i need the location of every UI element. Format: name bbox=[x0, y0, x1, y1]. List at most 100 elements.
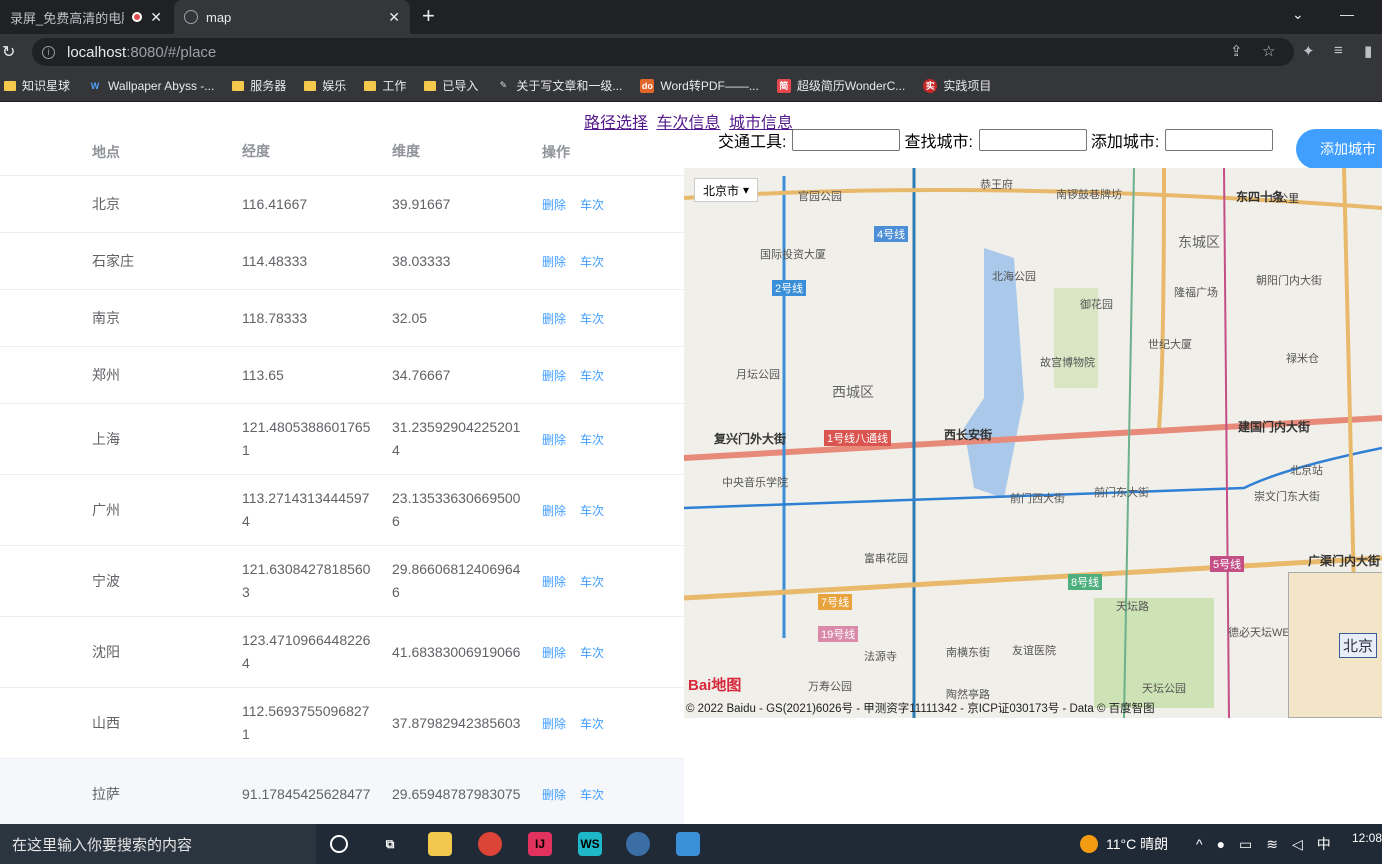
delete-button[interactable]: 删除 bbox=[542, 310, 566, 327]
tab-map[interactable]: map ✕ bbox=[174, 0, 410, 34]
delete-button[interactable]: 删除 bbox=[542, 786, 566, 803]
map-label: 富串花园 bbox=[864, 553, 908, 565]
folder-icon bbox=[364, 80, 377, 91]
add-city-button[interactable]: 添加城市 bbox=[1296, 129, 1382, 169]
webstorm-icon[interactable]: WS bbox=[578, 832, 602, 856]
volume-icon[interactable]: ◁ bbox=[1292, 836, 1303, 853]
bookmark-item[interactable]: 简超级简历WonderC... bbox=[776, 77, 905, 94]
map-label: 南横东街 bbox=[946, 647, 990, 659]
table-row: 广州 113.27143134445974 23.135336306695006 删除… bbox=[0, 475, 684, 546]
delete-button[interactable]: 删除 bbox=[542, 502, 566, 519]
intellij-icon[interactable]: IJ bbox=[528, 832, 552, 856]
close-icon[interactable]: ✕ bbox=[150, 9, 162, 26]
cell-lng: 123.47109664482264 bbox=[242, 632, 371, 671]
trips-button[interactable]: 车次 bbox=[580, 367, 604, 384]
baidu-map[interactable]: 北京市 ▾ 1 公里 官园公园 恭王府 南锣鼓巷牌坊 东四十条 国际投资大厦 北海… bbox=[684, 168, 1382, 718]
add-city-label: 添加城市: bbox=[1090, 134, 1160, 151]
bookmark-item[interactable]: ✎ 关于写文章和一级... bbox=[496, 77, 623, 94]
bookmark-label: 实践项目 bbox=[943, 79, 992, 93]
minimize-button[interactable]: — bbox=[1340, 6, 1354, 22]
star-icon[interactable]: ☆ bbox=[1262, 42, 1275, 60]
trips-button[interactable]: 车次 bbox=[580, 196, 604, 213]
cell-lat: 34.76667 bbox=[392, 366, 451, 383]
chevron-down-icon[interactable]: ⌄ bbox=[1292, 6, 1304, 23]
bookmark-item[interactable]: 工作 bbox=[364, 77, 406, 94]
bookmark-item[interactable]: 已导入 bbox=[424, 77, 478, 94]
reading-list-icon[interactable]: ≡ bbox=[1334, 42, 1343, 59]
do-icon: do bbox=[640, 78, 655, 93]
trips-button[interactable]: 车次 bbox=[580, 644, 604, 661]
side-panel-icon[interactable]: ▮ bbox=[1364, 42, 1372, 60]
bookmark-item[interactable]: 实实践项目 bbox=[923, 77, 991, 94]
map-copyright: © 2022 Baidu - GS(2021)6026号 - 甲测资字11111… bbox=[686, 703, 1155, 715]
chevron-up-icon[interactable]: ^ bbox=[1196, 836, 1203, 852]
reload-icon[interactable]: ↻ bbox=[2, 42, 15, 62]
map-label: 天坛路 bbox=[1116, 601, 1149, 613]
taskbar-search-input[interactable]: 在这里输入你要搜索的内容 bbox=[0, 824, 316, 864]
cortana-icon[interactable] bbox=[330, 835, 348, 853]
delete-button[interactable]: 删除 bbox=[542, 196, 566, 213]
folder-icon bbox=[304, 80, 317, 91]
tab-title: map bbox=[206, 9, 232, 25]
cell-place: 北京 bbox=[92, 196, 120, 212]
extensions-icon[interactable]: ✦ bbox=[1302, 42, 1315, 60]
map-label: 东四十条 bbox=[1236, 190, 1285, 204]
transport-input[interactable] bbox=[792, 129, 901, 151]
cell-place: 沈阳 bbox=[92, 644, 120, 660]
delete-button[interactable]: 删除 bbox=[542, 644, 566, 661]
city-select[interactable]: 北京市 ▾ bbox=[694, 178, 759, 202]
clock[interactable]: 12:08 bbox=[1352, 818, 1382, 858]
delete-button[interactable]: 删除 bbox=[542, 253, 566, 270]
delete-button[interactable]: 删除 bbox=[542, 431, 566, 448]
bookmark-item[interactable]: do Word转PDF——... bbox=[640, 77, 759, 94]
delete-button[interactable]: 删除 bbox=[542, 573, 566, 590]
microphone-icon[interactable]: ● bbox=[1217, 836, 1225, 852]
bookmark-label: 关于写文章和一级... bbox=[516, 79, 623, 93]
app-icon[interactable] bbox=[626, 832, 650, 856]
map-label: 德必天坛WE bbox=[1228, 627, 1290, 639]
tab-title: 录屏_免费高清的电脑 bbox=[10, 10, 125, 26]
weather-widget[interactable]: 11°C 晴朗 bbox=[1080, 824, 1168, 864]
bookmark-item[interactable]: W Wallpaper Abyss -... bbox=[88, 79, 215, 93]
add-city-input[interactable] bbox=[1165, 129, 1274, 151]
battery-icon[interactable]: ▭ bbox=[1239, 836, 1252, 853]
table-row: 北京 116.41667 39.91667 删除 车次 bbox=[0, 176, 684, 233]
tab-recorder[interactable]: 录屏_免费高清的电脑 ✕ bbox=[0, 0, 172, 34]
chrome-icon[interactable] bbox=[478, 832, 502, 856]
delete-button[interactable]: 删除 bbox=[542, 715, 566, 732]
trips-button[interactable]: 车次 bbox=[580, 502, 604, 519]
trips-button[interactable]: 车次 bbox=[580, 573, 604, 590]
table-row: 石家庄 114.48333 38.03333 删除 车次 bbox=[0, 233, 684, 290]
overview-minimap[interactable]: 北京 bbox=[1288, 572, 1382, 718]
wifi-icon[interactable]: ≋ bbox=[1266, 836, 1278, 853]
cell-place: 宁波 bbox=[92, 573, 120, 589]
bookmark-item[interactable]: 知识星球 bbox=[4, 77, 70, 94]
map-label: 天坛公园 bbox=[1142, 683, 1186, 695]
trips-button[interactable]: 车次 bbox=[580, 253, 604, 270]
photos-icon[interactable] bbox=[676, 832, 700, 856]
task-view-icon[interactable]: ⧉ bbox=[378, 832, 402, 856]
trips-button[interactable]: 车次 bbox=[580, 715, 604, 732]
ime-indicator[interactable]: 中 bbox=[1317, 834, 1331, 854]
info-icon[interactable]: i bbox=[42, 45, 55, 59]
find-city-input[interactable] bbox=[978, 129, 1087, 151]
bookmark-item[interactable]: 娱乐 bbox=[304, 77, 346, 94]
bookmark-label: 知识星球 bbox=[22, 79, 71, 93]
map-label: 前门东大街 bbox=[1094, 487, 1149, 499]
close-icon[interactable]: ✕ bbox=[388, 9, 400, 26]
trips-button[interactable]: 车次 bbox=[580, 786, 604, 803]
cell-place: 山西 bbox=[92, 715, 120, 731]
cell-lng: 121.63084278185603 bbox=[242, 561, 371, 600]
delete-button[interactable]: 删除 bbox=[542, 367, 566, 384]
map-label: 官园公园 bbox=[798, 191, 842, 203]
url-input[interactable]: i localhost:8080/#/place bbox=[32, 38, 1294, 66]
trips-button[interactable]: 车次 bbox=[580, 310, 604, 327]
file-explorer-icon[interactable] bbox=[428, 832, 452, 856]
map-label: 万寿公园 bbox=[808, 681, 852, 693]
bookmark-item[interactable]: 服务器 bbox=[232, 77, 286, 94]
share-icon[interactable]: ⇪ bbox=[1230, 42, 1243, 60]
metro-line-badge: 2号线 bbox=[772, 280, 807, 296]
trips-button[interactable]: 车次 bbox=[580, 431, 604, 448]
cell-lat: 29.866068124069646 bbox=[392, 561, 521, 600]
new-tab-button[interactable]: + bbox=[422, 3, 435, 29]
